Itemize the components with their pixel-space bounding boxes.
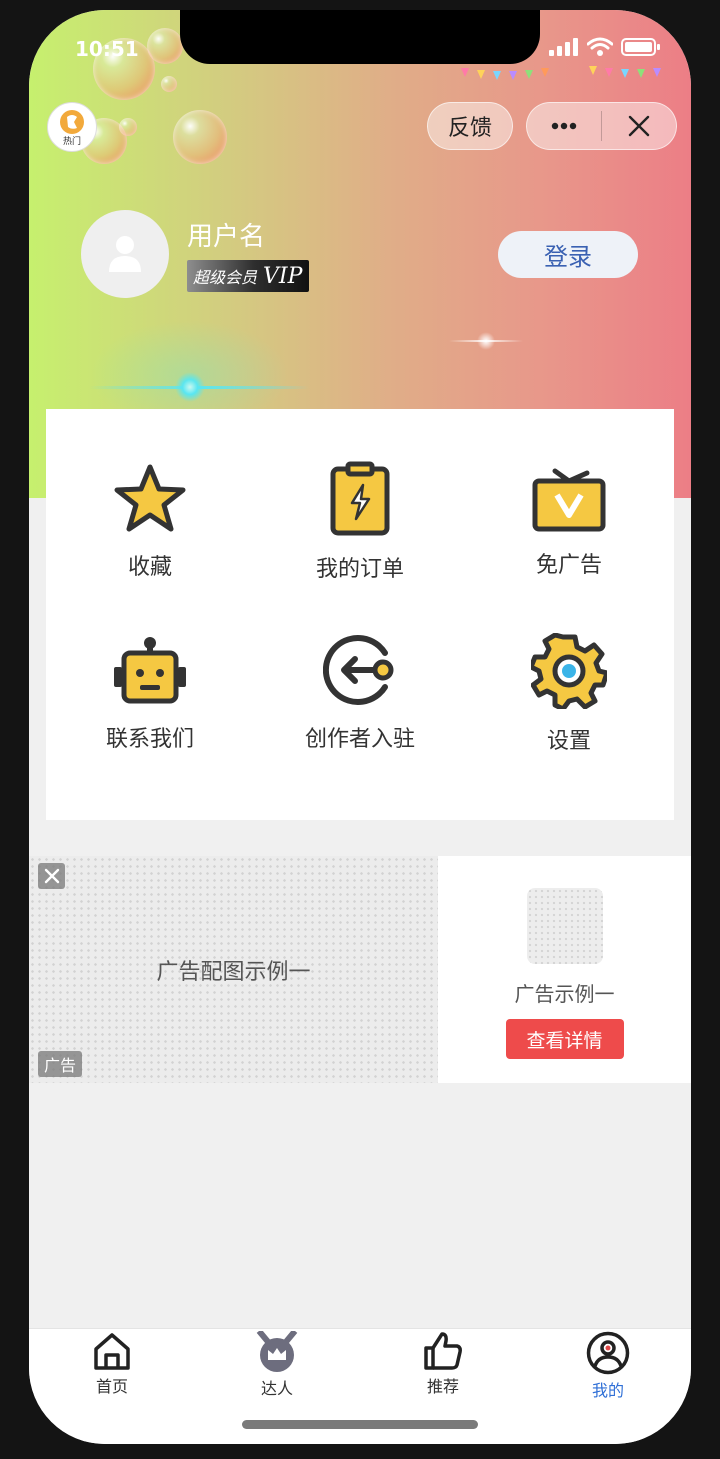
bunting-flag <box>637 69 645 78</box>
bubble-decoration <box>161 76 177 92</box>
menu-grid: 收藏 我的订单 免广告 联系我们 创作者入驻 设置 <box>46 409 674 820</box>
login-circle-icon <box>323 635 394 705</box>
ad-close-button[interactable] <box>38 863 65 889</box>
menu-item-label: 免广告 <box>535 553 602 578</box>
more-dots-icon <box>551 122 577 130</box>
avatar[interactable] <box>81 210 169 298</box>
tab-experts[interactable]: 达人 <box>217 1331 337 1399</box>
menu-item-label: 我的订单 <box>315 557 404 582</box>
ad-side-panel: 广告示例一 查看详情 <box>438 856 691 1083</box>
menu-item-label: 创作者入驻 <box>304 727 415 752</box>
tab-label: 推荐 <box>426 1377 459 1396</box>
menu-item-settings[interactable]: 设置 <box>469 633 669 755</box>
medal-crown-icon <box>256 1331 298 1372</box>
star-icon <box>114 464 186 532</box>
ad-image-text: 广告配图示例一 <box>156 959 311 985</box>
bunting-flag <box>621 69 629 78</box>
bunting-flag <box>461 68 469 77</box>
feedback-button[interactable]: 反馈 <box>427 102 513 150</box>
home-indicator <box>242 1420 478 1429</box>
bunting-flag <box>477 70 485 79</box>
user-placeholder-icon <box>109 236 141 272</box>
bubble-decoration <box>119 118 137 136</box>
tab-recommend[interactable]: 推荐 <box>383 1331 503 1397</box>
ad-tag: 广告 <box>38 1051 82 1077</box>
phone-frame: 10:51 热门 反馈 用户名 超级会员 VIP 登录 收藏 我的订单 免广告 … <box>29 10 691 1444</box>
tab-label: 首页 <box>95 1377 128 1396</box>
gear-icon <box>531 633 607 709</box>
bunting-flag <box>653 68 661 77</box>
bunting-flag <box>493 71 501 80</box>
ad-image[interactable]: 广告配图示例一 <box>29 856 438 1083</box>
home-icon <box>94 1333 130 1370</box>
battery-icon <box>621 38 660 56</box>
vip-badge: 超级会员 VIP <box>187 260 309 292</box>
close-icon <box>628 115 650 137</box>
ad-thumbnail <box>526 888 603 964</box>
app-logo[interactable]: 热门 <box>47 102 97 152</box>
tab-home[interactable]: 首页 <box>52 1331 172 1397</box>
menu-item-label: 设置 <box>546 729 591 754</box>
menu-item-favorites[interactable]: 收藏 <box>50 463 250 581</box>
username: 用户名 <box>187 222 266 252</box>
user-circle-icon <box>586 1331 630 1375</box>
ad-banner[interactable]: 广告配图示例一 广告 广告示例一 查看详情 <box>29 856 691 1083</box>
login-button[interactable]: 登录 <box>498 231 638 278</box>
bubble-decoration <box>173 110 227 164</box>
robot-icon <box>114 637 186 704</box>
menu-item-label: 收藏 <box>127 555 172 580</box>
menu-item-label: 联系我们 <box>105 727 194 752</box>
device-notch <box>180 10 540 64</box>
logo-label: 热门 <box>62 136 81 147</box>
logo-icon <box>60 109 84 134</box>
bunting-flag <box>525 70 533 79</box>
bunting-flag <box>509 71 517 80</box>
bunting-flag <box>605 68 613 77</box>
bunting-flag <box>541 68 549 77</box>
sparkle-decoration <box>449 340 523 342</box>
thumbs-up-icon <box>424 1332 462 1370</box>
menu-item-contact[interactable]: 联系我们 <box>50 635 250 753</box>
close-icon <box>44 868 59 884</box>
vip-badge-vip: VIP <box>263 263 303 289</box>
menu-item-no-ads[interactable]: 免广告 <box>469 467 669 579</box>
ad-detail-button[interactable]: 查看详情 <box>505 1019 624 1059</box>
status-icons <box>549 37 661 57</box>
wifi-icon <box>587 37 613 56</box>
clipboard-lightning-icon <box>330 461 390 536</box>
menu-item-creator[interactable]: 创作者入驻 <box>260 633 460 753</box>
signal-icon <box>549 38 578 56</box>
more-button[interactable] <box>527 103 601 149</box>
bubble-decoration <box>147 28 183 64</box>
bunting-flag <box>589 66 597 75</box>
tab-mine[interactable]: 我的 <box>548 1331 668 1401</box>
menu-item-orders[interactable]: 我的订单 <box>260 461 460 583</box>
miniapp-capsule <box>526 102 677 150</box>
tab-label: 我的 <box>591 1381 624 1400</box>
tab-label: 达人 <box>260 1379 293 1398</box>
status-time: 10:51 <box>75 37 139 61</box>
tv-v-icon <box>532 468 606 532</box>
close-button[interactable] <box>602 103 676 149</box>
vip-badge-label: 超级会员 <box>193 268 258 287</box>
ad-side-title: 广告示例一 <box>514 982 615 1006</box>
